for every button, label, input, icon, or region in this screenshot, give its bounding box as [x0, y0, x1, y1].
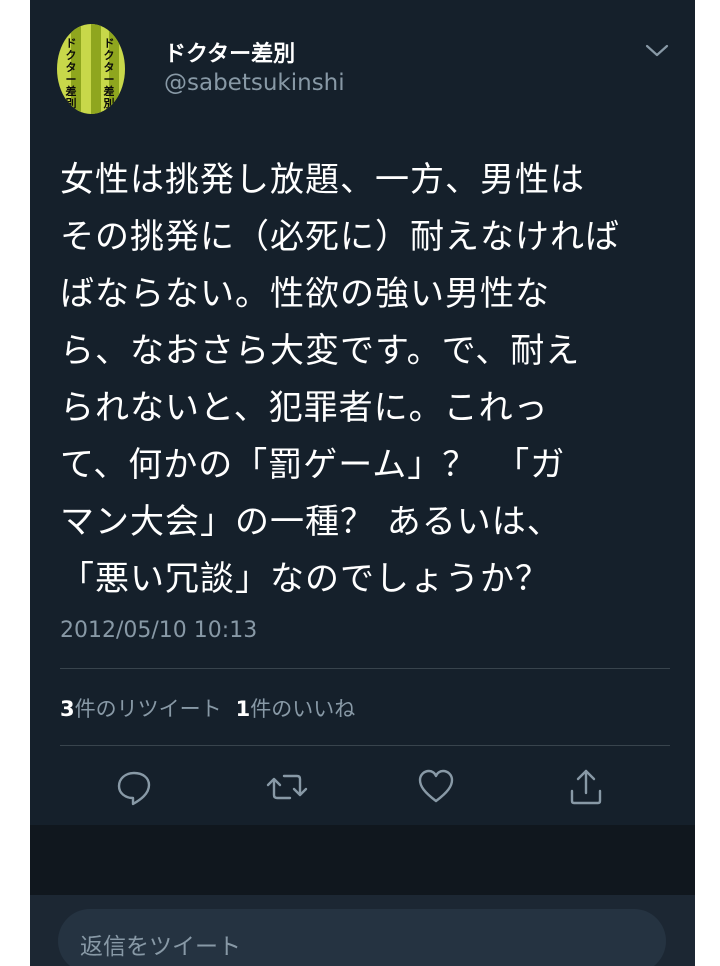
reply-placeholder: 返信をツイート — [80, 934, 241, 960]
retweets-link[interactable]: 3件のリツイート — [60, 697, 222, 721]
retweet-count: 3 — [60, 697, 75, 721]
like-icon[interactable] — [416, 765, 456, 809]
tweet-text-line: られないと、犯罪者に。これっ — [60, 388, 549, 428]
avatar[interactable]: ドクター差別 ドクター差別 — [57, 24, 125, 114]
avatar-text-right: ドクター差別 — [103, 37, 115, 110]
tweet-actions — [30, 765, 695, 813]
share-icon[interactable] — [566, 765, 606, 809]
chevron-down-icon[interactable] — [644, 42, 670, 60]
tweet-timestamp: 2012/05/10 10:13 — [60, 618, 258, 643]
author-display-name[interactable]: ドクター差別 — [164, 36, 295, 68]
reply-input[interactable]: 返信をツイート — [58, 909, 666, 966]
divider-line — [60, 668, 670, 669]
avatar-text-left: ドクター差別 — [65, 37, 77, 110]
tweet-text-line: ら、なおさら大変です。で、耐え — [60, 331, 581, 371]
tweet-text-line: マン大会」の一種？ あるいは、 — [60, 502, 562, 542]
avatar-stripe — [91, 24, 101, 114]
tweet-stats: 3件のリツイート 1件のいいね — [60, 693, 355, 723]
like-count: 1 — [235, 697, 251, 721]
tweet-header: ドクター差別 ドクター差別 ドクター差別 @sabetsukinshi — [30, 0, 695, 120]
divider-line — [60, 745, 670, 746]
like-label: 件のいいね — [250, 697, 356, 721]
tweet-text-line: 女性は挑発し放題、一方、男性は — [60, 160, 585, 200]
likes-link[interactable]: 1件のいいね — [236, 697, 356, 721]
tweet-text-line: ばならない。性欲の強い男性な — [60, 274, 550, 314]
tweet-screen: ドクター差別 ドクター差別 ドクター差別 @sabetsukinshi 女性は挑… — [30, 0, 695, 966]
retweet-label: 件のリツイート — [74, 697, 222, 721]
tweet-text: 女性は挑発し放題、一方、男性は その挑発に（必死に）耐えなければ ばならない。性… — [60, 152, 660, 608]
tweet-text-line: その挑発に（必死に）耐えなければ — [60, 217, 620, 257]
author-handle[interactable]: @sabetsukinshi — [164, 70, 345, 96]
reply-bar: 返信をツイート — [30, 895, 695, 966]
tweet-text-line: て、何かの「罰ゲーム」？ 「ガ — [60, 445, 566, 485]
reply-icon[interactable] — [114, 765, 154, 809]
retweet-icon[interactable] — [265, 765, 309, 809]
tweet-text-line: 「悪い冗談」なのでしょうか？ — [60, 559, 550, 599]
section-divider — [30, 825, 695, 895]
